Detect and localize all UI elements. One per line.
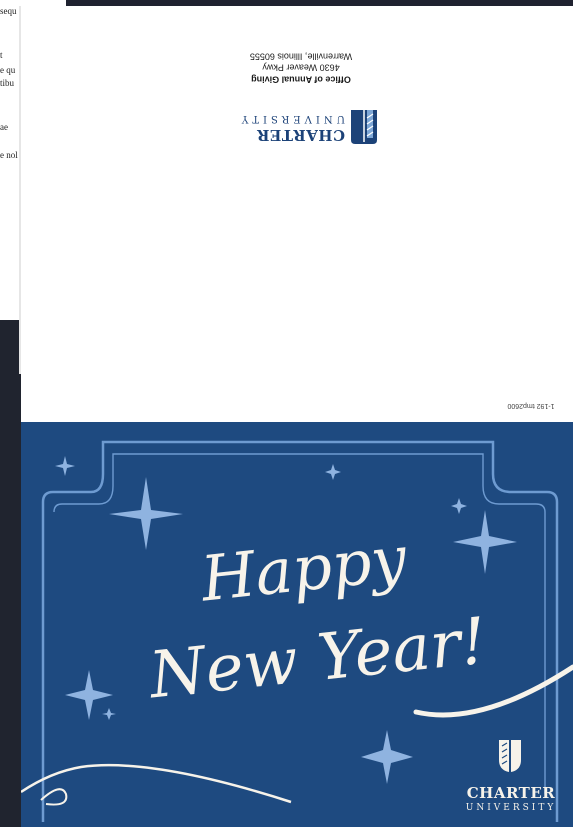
background-text-line: ae [0, 122, 8, 132]
card-back-logo: CHARTER UNIVERSITY [221, 106, 379, 148]
background-text-line: sequ [0, 6, 17, 16]
address-office: Office of Annual Giving [251, 74, 351, 85]
address-street: 4630 Weaver Pkwy [262, 63, 340, 73]
swoosh-left [21, 763, 292, 804]
background-text-line: tibu [0, 78, 15, 88]
background-text-line: e nol [0, 150, 18, 160]
card-back-logo-subtitle: UNIVERSITY [237, 113, 345, 124]
sparkle-star-icon [361, 730, 413, 784]
card-back-wordmark: CHARTER [256, 126, 345, 144]
university-shield-icon [499, 740, 521, 772]
background-text-line: t [0, 50, 3, 60]
return-address: Office of Annual Giving 4630 Weaver Pkwy… [236, 50, 366, 85]
card-front-logo-subtitle: UNIVERSITY [465, 803, 557, 813]
small-star-icon [55, 456, 75, 476]
card-front-wordmark: CHARTER [466, 784, 556, 802]
sparkle-star-icon [65, 670, 113, 720]
university-shield-icon [351, 110, 377, 144]
card-back: CHARTER UNIVERSITY Office of Annual Givi… [21, 6, 573, 422]
print-code: 1-192 tmp2600 [507, 402, 555, 409]
sparkle-star-icon [453, 510, 517, 574]
small-star-icon [325, 464, 341, 480]
card-front-logo: CHARTER UNIVERSITY [459, 740, 563, 820]
small-star-icon [451, 498, 467, 514]
background-text-line: e qu [0, 65, 16, 75]
sparkle-star-icon [109, 477, 183, 550]
card-front: Happy New Year! CHARTER UNIVERSITY [21, 422, 573, 827]
swoosh-curl [40, 788, 68, 806]
address-city: Warrenville, Illinois 60555 [249, 51, 353, 62]
small-star-icon [102, 708, 116, 720]
